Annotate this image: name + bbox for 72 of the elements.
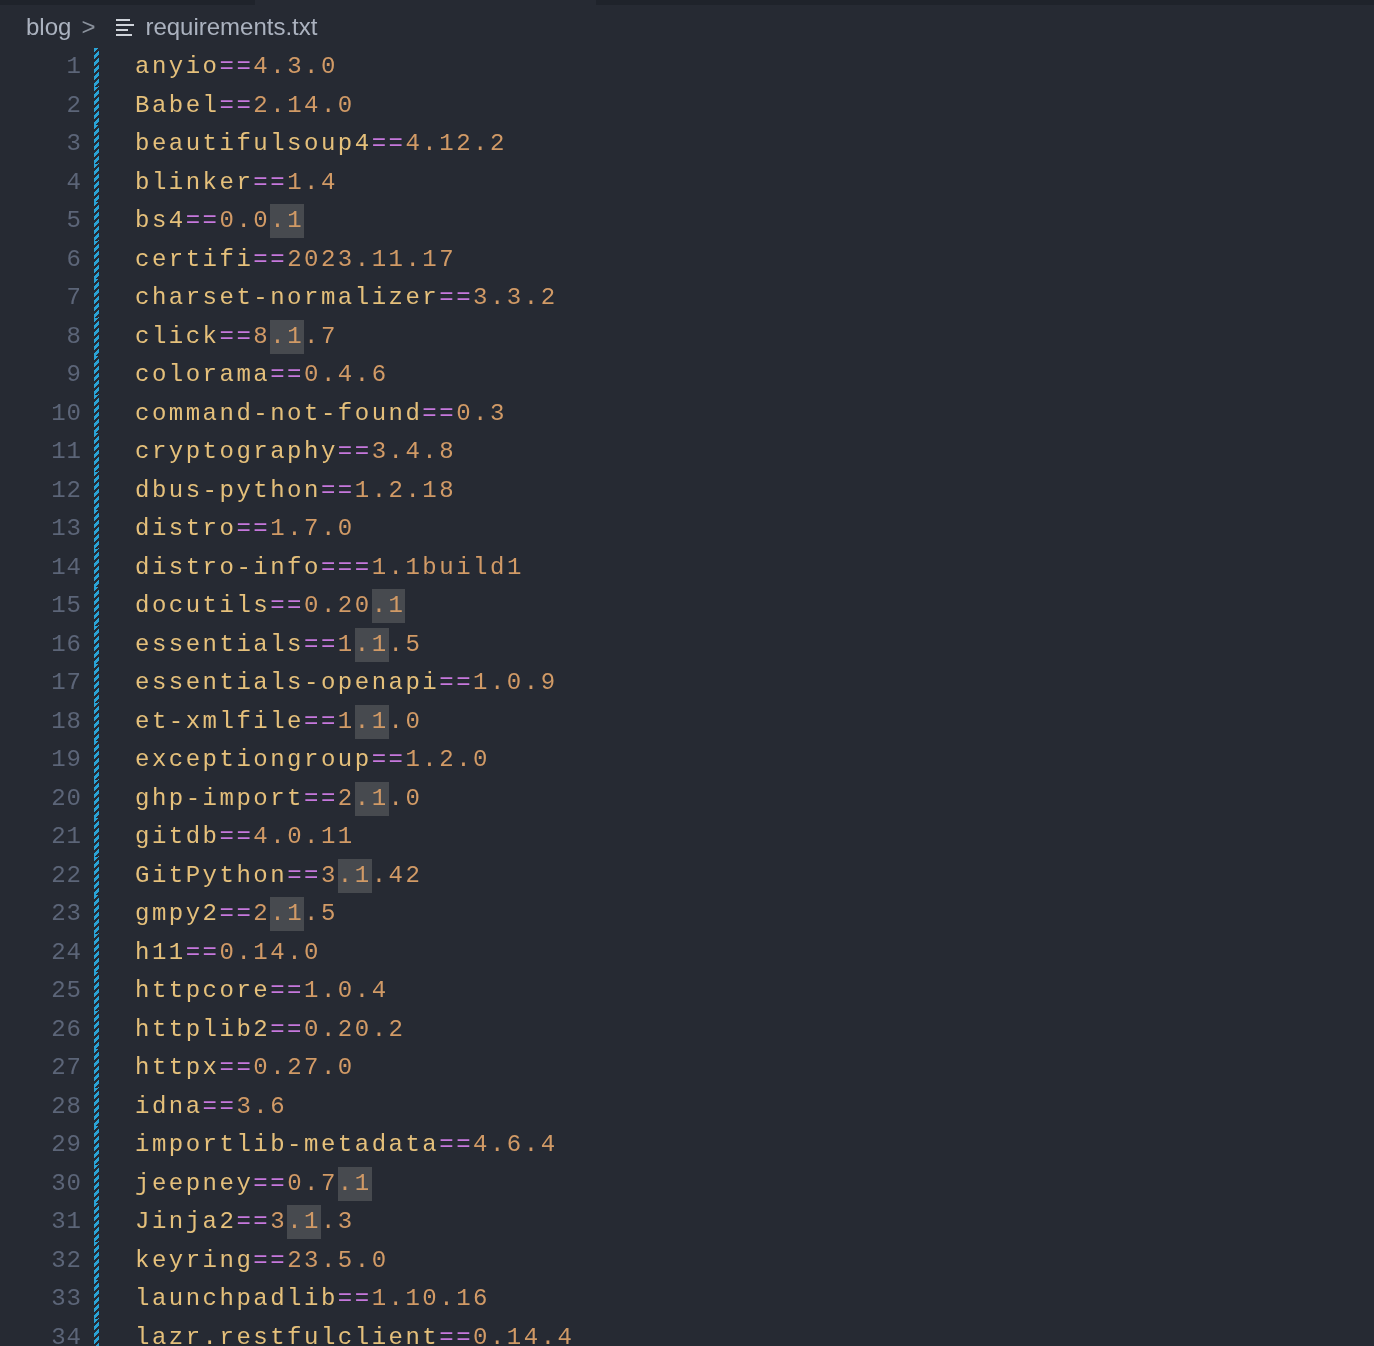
code-line: anyio==4.3.0 — [135, 52, 338, 83]
line-number: 18 — [50, 706, 82, 737]
line-number: 23 — [50, 899, 82, 930]
line-number: 15 — [50, 591, 82, 622]
line-number: 16 — [50, 629, 82, 660]
line-number: 22 — [50, 860, 82, 891]
code-line: colorama==0.4.6 — [135, 360, 389, 391]
code-line: gmpy2==2.1.5 — [135, 895, 338, 934]
line-number: 21 — [50, 822, 82, 853]
line-number: 34 — [50, 1322, 82, 1346]
code-line: command-not-found==0.3 — [135, 398, 507, 429]
line-number: 17 — [50, 668, 82, 699]
line-number: 33 — [50, 1284, 82, 1315]
code-line: exceptiongroup==1.2.0 — [135, 745, 490, 776]
line-number: 1 — [65, 52, 82, 83]
line-number: 7 — [65, 283, 82, 314]
code-line: blinker==1.4 — [135, 167, 338, 198]
code-line: distro==1.7.0 — [135, 514, 355, 545]
line-number: 5 — [65, 206, 82, 237]
line-number: 9 — [65, 360, 82, 391]
line-number: 27 — [50, 1053, 82, 1084]
code-line: launchpadlib==1.10.16 — [135, 1284, 490, 1315]
line-number: 24 — [50, 937, 82, 968]
code-line: beautifulsoup4==4.12.2 — [135, 129, 507, 160]
code-line: GitPython==3.1.42 — [135, 856, 423, 895]
code-line: gitdb==4.0.11 — [135, 822, 355, 853]
line-number: 30 — [50, 1168, 82, 1199]
code-line: docutils==0.20.1 — [135, 587, 406, 626]
code-line: bs4==0.0.1 — [135, 202, 305, 241]
line-number: 19 — [50, 745, 82, 776]
line-number: 25 — [50, 976, 82, 1007]
code-line: httpcore==1.0.4 — [135, 976, 389, 1007]
line-number: 14 — [50, 552, 82, 583]
text-file-icon — [115, 17, 136, 36]
code-line: Babel==2.14.0 — [135, 90, 355, 121]
code-line: charset-normalizer==3.3.2 — [135, 283, 558, 314]
code-line: jeepney==0.7.1 — [135, 1164, 372, 1203]
line-number: 8 — [65, 321, 82, 352]
breadcrumb-separator: > — [81, 11, 96, 42]
code-line: lazr.restfulclient==0.14.4 — [135, 1322, 575, 1346]
line-number: 10 — [50, 398, 82, 429]
code-line: et-xmlfile==1.1.0 — [135, 702, 423, 741]
code-line: essentials-openapi==1.0.9 — [135, 668, 558, 699]
code-line: idna==3.6 — [135, 1091, 288, 1122]
line-number: 29 — [50, 1130, 82, 1161]
code-line: essentials==1.1.5 — [135, 625, 423, 664]
line-number: 31 — [50, 1207, 82, 1238]
code-line: importlib-metadata==4.6.4 — [135, 1130, 558, 1161]
line-number: 12 — [50, 475, 82, 506]
line-number: 28 — [50, 1091, 82, 1122]
line-number: 32 — [50, 1245, 82, 1276]
line-number: 26 — [50, 1014, 82, 1045]
code-line: certifi==2023.11.17 — [135, 244, 457, 275]
line-number: 3 — [65, 129, 82, 160]
code-line: dbus-python==1.2.18 — [135, 475, 457, 506]
code-line: ghp-import==2.1.0 — [135, 779, 423, 818]
code-line: httplib2==0.20.2 — [135, 1014, 406, 1045]
code-line: cryptography==3.4.8 — [135, 437, 457, 468]
code-line: keyring==23.5.0 — [135, 1245, 389, 1276]
line-number: 4 — [65, 167, 82, 198]
code-line: httpx==0.27.0 — [135, 1053, 355, 1084]
line-number: 13 — [50, 514, 82, 545]
line-number: 6 — [65, 244, 82, 275]
code-line: click==8.1.7 — [135, 317, 338, 356]
code-line: Jinja2==3.1.3 — [135, 1203, 355, 1242]
line-number: 2 — [65, 90, 82, 121]
breadcrumb-file[interactable]: requirements.txt — [145, 8, 318, 45]
breadcrumb-folder[interactable]: blog — [26, 8, 72, 45]
line-number: 20 — [50, 783, 82, 814]
line-number: 11 — [50, 437, 82, 468]
code-line: h11==0.14.0 — [135, 937, 321, 968]
code-line: distro-info===1.1build1 — [135, 552, 524, 583]
